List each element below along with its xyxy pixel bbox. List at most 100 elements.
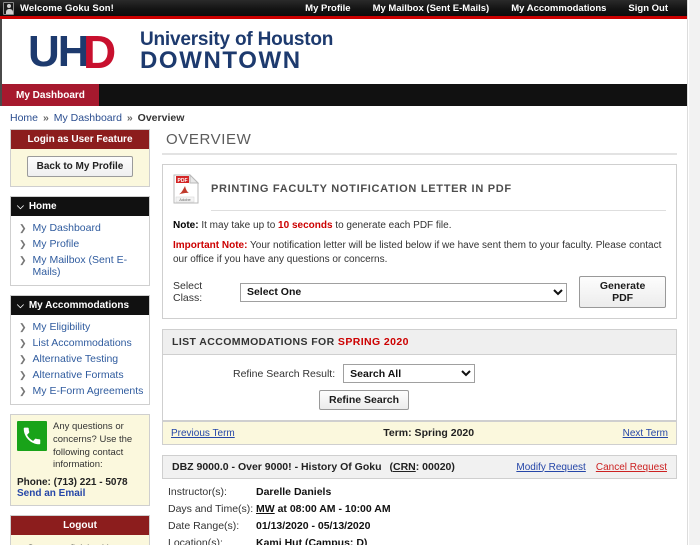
pdf-panel-title: PRINTING FACULTY NOTIFICATION LETTER IN … (211, 183, 512, 195)
previous-term-link[interactable]: Previous Term (171, 428, 235, 439)
pdf-note-line: Note: It may take up to 10 seconds to ge… (173, 219, 666, 233)
sidebar-item-my-eligibility[interactable]: My Eligibility (33, 321, 91, 333)
utility-nav: My Profile My Mailbox (Sent E-Mails) My … (294, 3, 687, 14)
select-class-label: Select Class: (173, 280, 203, 304)
send-an-email-link[interactable]: Send an Email (17, 488, 143, 499)
nav-group-my-accommodations: ⌵ My Accommodations ❯ My Eligibility ❯ L… (10, 295, 150, 405)
meta-value-times: at 08:00 AM - 10:00 AM (274, 503, 391, 515)
refine-search-dropdown[interactable]: Search All (343, 364, 476, 383)
phone-icon (17, 421, 47, 451)
nav-group-home-header[interactable]: ⌵ Home (11, 197, 149, 216)
sidebar-item-alternative-formats[interactable]: Alternative Formats (33, 369, 124, 381)
list-item: ❯ List Accommodations (11, 335, 149, 351)
logo-band: UH D University of Houston DOWNTOWN (0, 19, 687, 84)
nav-group-accommodations-list: ❯ My Eligibility ❯ List Accommodations ❯… (11, 315, 149, 404)
select-class-row: Select Class: Select One Generate PDF (173, 276, 666, 308)
meta-value-days-times: MW at 08:00 AM - 10:00 AM (256, 503, 391, 515)
logo-line-downtown: DOWNTOWN (140, 46, 302, 74)
table-row: Instructor(s): Darelle Daniels (168, 486, 673, 498)
nav-group-home-list: ❯ My Dashboard ❯ My Profile ❯ My Mailbox… (11, 216, 149, 285)
refine-search-button[interactable]: Refine Search (319, 390, 410, 410)
nav-group-accommodations-header[interactable]: ⌵ My Accommodations (11, 296, 149, 315)
pdf-note-label: Note: (173, 220, 199, 231)
list-item: ❯ My Eligibility (11, 319, 149, 335)
nav-my-accommodations[interactable]: My Accommodations (500, 3, 617, 14)
list-accommodations-header: LIST ACCOMMODATIONS FOR SPRING 2020 (162, 329, 677, 355)
login-as-user-title: Login as User Feature (11, 130, 149, 149)
chevron-right-icon: ❯ (19, 322, 27, 332)
list-item: ❯ My Dashboard (11, 220, 149, 236)
svg-text:PDF: PDF (178, 178, 188, 184)
modify-request-link[interactable]: Modify Request (516, 462, 585, 473)
nav-group-home-title: Home (28, 201, 57, 212)
content-column: OVERVIEW PDF Adobe PRINTING FACULTY NOTI… (162, 129, 677, 545)
list-item: ❯ Alternative Formats (11, 367, 149, 383)
course-title: DBZ 9000.0 - Over 9000! - History Of Gok… (172, 461, 455, 473)
list-item: ❯ My Profile (11, 236, 149, 252)
chevron-right-icon: ❯ (19, 386, 27, 396)
current-term-label: Term: Spring 2020 (383, 427, 475, 439)
nav-group-home: ⌵ Home ❯ My Dashboard ❯ My Profile ❯ My … (10, 196, 150, 286)
main-nav-bar: My Dashboard (0, 84, 687, 106)
next-term-link[interactable]: Next Term (623, 428, 668, 439)
meta-key-date-range: Date Range(s): (168, 520, 240, 532)
course-name: DBZ 9000.0 - Over 9000! - History Of Gok… (172, 461, 382, 473)
contact-message: Any questions or concerns? Use the follo… (53, 421, 133, 471)
tab-my-dashboard[interactable]: My Dashboard (2, 84, 99, 106)
sidebar-item-list-accommodations[interactable]: List Accommodations (33, 337, 132, 349)
meta-value-date-range: 01/13/2020 - 05/13/2020 (256, 520, 371, 532)
pdf-title-rule (211, 210, 666, 211)
breadcrumb: Home » My Dashboard » Overview (0, 106, 687, 129)
breadcrumb-separator-1: » (42, 112, 49, 124)
refine-search-button-row: Refine Search (171, 390, 668, 410)
logout-body: Once you finish with your session, pleas… (11, 535, 149, 545)
nav-my-mailbox[interactable]: My Mailbox (Sent E-Mails) (362, 3, 501, 14)
meta-value-days: MW (256, 503, 275, 515)
person-icon (3, 1, 14, 15)
nav-sign-out[interactable]: Sign Out (617, 3, 679, 14)
printing-faculty-notification-panel: PDF Adobe PRINTING FACULTY NOTIFICATION … (162, 164, 677, 319)
contact-top-row: Any questions or concerns? Use the follo… (17, 421, 143, 472)
pdf-important-text: Your notification letter will be listed … (173, 240, 662, 265)
sidebar-item-my-profile[interactable]: My Profile (33, 238, 80, 250)
svg-text:Adobe: Adobe (179, 197, 191, 202)
breadcrumb-home[interactable]: Home (10, 112, 38, 124)
uhd-logo[interactable]: UH D University of Houston DOWNTOWN (2, 29, 333, 75)
nav-my-profile[interactable]: My Profile (294, 3, 361, 14)
back-to-my-profile-button[interactable]: Back to My Profile (26, 156, 134, 177)
list-item: ❯ Alternative Testing (11, 351, 149, 367)
table-row: Date Range(s): 01/13/2020 - 05/13/2020 (168, 520, 673, 532)
cancel-request-link[interactable]: Cancel Request (596, 462, 667, 473)
chevron-right-icon: ❯ (19, 338, 27, 348)
welcome-text: Welcome Goku Son! (20, 2, 114, 14)
pdf-important-note-line: Important Note: Your notification letter… (173, 239, 666, 267)
course-meta: Instructor(s): Darelle Daniels Days and … (162, 479, 677, 545)
generate-pdf-button[interactable]: Generate PDF (579, 276, 666, 308)
pdf-panel-header: PDF Adobe PRINTING FACULTY NOTIFICATION … (173, 173, 666, 204)
contact-phone: Phone: (713) 221 - 5078 (17, 477, 128, 489)
logo-wordmark: University of Houston DOWNTOWN (140, 29, 333, 74)
page-root: Welcome Goku Son! My Profile My Mailbox … (0, 0, 700, 545)
sidebar-item-my-dashboard[interactable]: My Dashboard (33, 222, 101, 234)
meta-value-instructor: Darelle Daniels (256, 486, 332, 498)
right-gutter (689, 0, 700, 545)
breadcrumb-separator-2: » (126, 112, 133, 124)
breadcrumb-dashboard[interactable]: My Dashboard (54, 112, 122, 124)
refine-search-section: Refine Search Result: Search All Refine … (162, 355, 677, 421)
contact-info-panel: Any questions or concerns? Use the follo… (10, 414, 150, 507)
select-class-dropdown[interactable]: Select One (239, 282, 568, 302)
sidebar: Login as User Feature Back to My Profile… (10, 129, 150, 545)
pdf-note-highlight: 10 seconds (278, 220, 333, 231)
refine-search-label: Refine Search Result: (233, 367, 336, 380)
chevron-double-down-icon: ⌵ (17, 300, 24, 310)
sidebar-item-alternative-testing[interactable]: Alternative Testing (33, 353, 119, 365)
logo-uh-letters: UH (28, 26, 90, 76)
login-as-user-panel: Login as User Feature Back to My Profile (10, 129, 150, 187)
sidebar-item-my-eform-agreements[interactable]: My E-Form Agreements (33, 385, 144, 397)
meta-key-location: Location(s): (168, 537, 223, 545)
nav-group-accommodations-title: My Accommodations (28, 300, 130, 311)
main-layout: Login as User Feature Back to My Profile… (0, 129, 687, 545)
pdf-note-text-2: to generate each PDF file. (332, 220, 452, 231)
sidebar-item-my-mailbox[interactable]: My Mailbox (Sent E-Mails) (33, 254, 145, 278)
chevron-right-icon: ❯ (19, 223, 27, 233)
